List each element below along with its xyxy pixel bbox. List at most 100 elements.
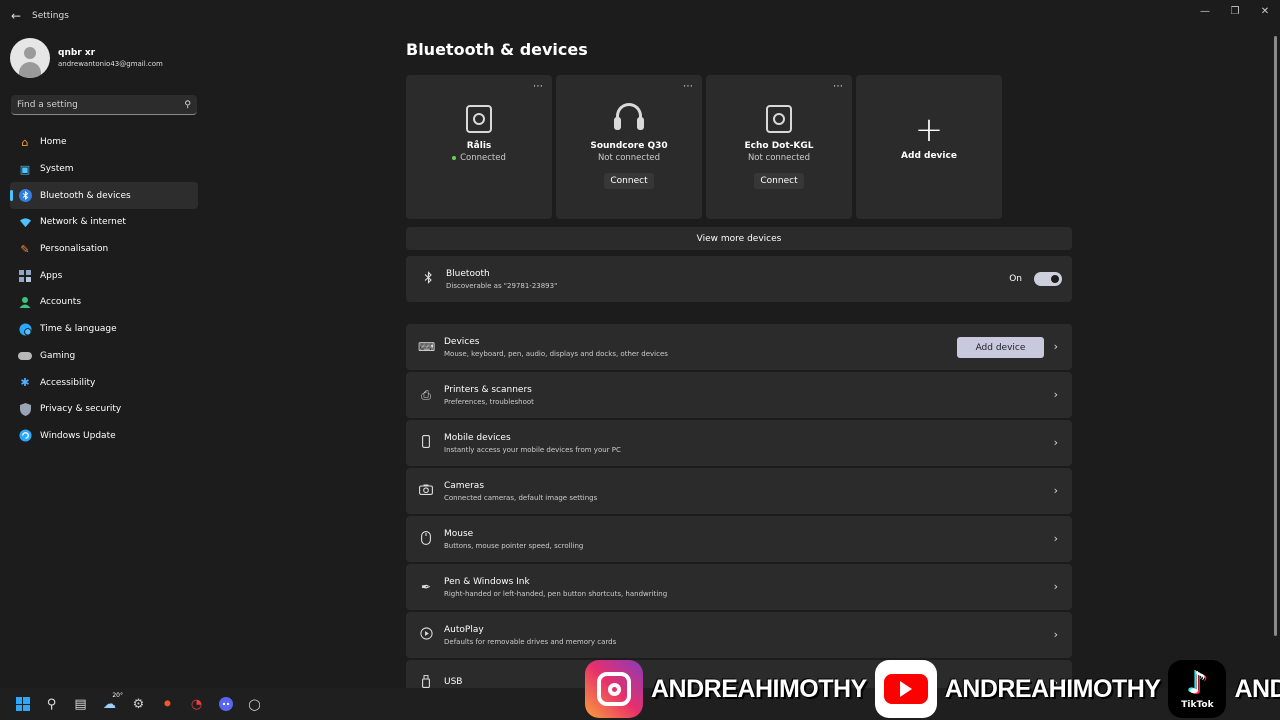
settings-row-devices[interactable]: ⌨ Devices Mouse, keyboard, pen, audio, d… [406, 324, 1072, 370]
search-icon[interactable]: ⚲ [184, 100, 191, 110]
connected-dot-icon [452, 155, 457, 160]
sidebar-item-network[interactable]: Network & internet [10, 209, 198, 236]
more-options-icon[interactable]: ⋯ [833, 81, 844, 92]
device-card-soundcore[interactable]: ⋯ Soundcore Q30 Not connected Connect [556, 75, 702, 219]
device-name: Soundcore Q30 [590, 141, 668, 151]
row-subtitle: Discoverable as "29781-23893" [446, 281, 558, 290]
view-more-devices-button[interactable]: View more devices [406, 227, 1072, 250]
search-icon[interactable]: ⚲ [37, 688, 66, 720]
chevron-right-icon[interactable]: › [1054, 388, 1058, 401]
app-icon[interactable]: ◔ [182, 688, 211, 720]
window-title: Settings [32, 11, 69, 21]
system-icon: ▣ [19, 162, 31, 176]
phone-icon [418, 435, 434, 451]
globe-clock-icon [18, 322, 32, 336]
plus-icon: + [914, 110, 944, 150]
row-title: Mobile devices [444, 432, 511, 443]
start-icon[interactable] [8, 688, 37, 720]
weather-temp: 20° [112, 692, 123, 699]
row-subtitle: Connected cameras, default image setting… [444, 493, 598, 502]
settings-row-printers[interactable]: ⎙ Printers & scanners Preferences, troub… [406, 372, 1072, 418]
add-device-button[interactable]: Add device [957, 337, 1044, 358]
discord-icon[interactable] [211, 688, 240, 720]
row-title: Bluetooth [446, 268, 490, 279]
avatar [10, 38, 50, 78]
row-title: USB [444, 676, 463, 687]
device-name: Echo Dot-KGL [744, 141, 814, 151]
apps-icon [18, 269, 32, 283]
sidebar-item-bluetooth[interactable]: Bluetooth & devices [10, 182, 198, 210]
connect-button[interactable]: Connect [754, 173, 804, 189]
app2-icon[interactable]: ◯ [240, 688, 269, 720]
sidebar-item-personalisation[interactable]: ✎ Personalisation [10, 236, 198, 263]
sidebar-item-label: Accessibility [40, 377, 96, 388]
row-subtitle: Right-handed or left-handed, pen button … [444, 589, 668, 598]
chevron-right-icon[interactable]: › [1054, 532, 1058, 545]
settings-row-autoplay[interactable]: AutoPlay Defaults for removable drives a… [406, 612, 1072, 658]
row-subtitle: Defaults for removable drives and memory… [444, 637, 617, 646]
sidebar-item-system[interactable]: ▣ System [10, 156, 198, 183]
sidebar-item-label: System [40, 164, 74, 175]
sidebar-item-accessibility[interactable]: ✱ Accessibility [10, 369, 198, 396]
settings-row-mouse[interactable]: Mouse Buttons, mouse pointer speed, scro… [406, 516, 1072, 562]
maximize-icon[interactable]: ❐ [1220, 0, 1250, 22]
settings-list: ⌨ Devices Mouse, keyboard, pen, audio, d… [406, 324, 1072, 688]
sidebar-item-label: Accounts [40, 297, 82, 308]
chevron-right-icon[interactable]: › [1054, 436, 1058, 449]
sidebar-item-label: Windows Update [40, 430, 116, 441]
devices-icon: ⌨ [418, 340, 436, 354]
sidebar-item-accounts[interactable]: Accounts [10, 289, 198, 316]
row-title: Devices [444, 336, 480, 347]
pen-icon: ✒ [420, 580, 432, 594]
instagram-icon [585, 660, 643, 718]
autoplay-icon [418, 627, 434, 643]
scrollbar[interactable] [1274, 36, 1277, 636]
device-card-ralis[interactable]: ⋯ Rålis Connected [406, 75, 552, 219]
row-subtitle: Preferences, troubleshoot [444, 397, 534, 406]
sidebar-item-privacy[interactable]: Privacy & security [10, 396, 198, 423]
search-input[interactable] [17, 99, 185, 110]
brave-icon[interactable]: ⚫ [153, 688, 182, 720]
window-controls: — ❐ ✕ [1190, 0, 1280, 22]
file-explorer-icon[interactable]: ▤ [66, 688, 95, 720]
close-icon[interactable]: ✕ [1250, 0, 1280, 22]
bluetooth-toggle[interactable] [1034, 272, 1062, 286]
gamepad-icon [18, 349, 32, 363]
add-device-card[interactable]: + Add device [856, 75, 1002, 219]
weather-icon[interactable]: ☁ 20° [95, 688, 124, 720]
chevron-right-icon[interactable]: › [1054, 484, 1058, 497]
user-profile[interactable]: qnbr xr andrewantonio43@gmail.com [10, 38, 163, 78]
back-arrow-icon[interactable]: ← [0, 0, 32, 32]
row-title: Mouse [444, 528, 474, 539]
sidebar-item-windows-update[interactable]: Windows Update [10, 423, 198, 450]
search-box[interactable]: ⚲ [11, 95, 197, 115]
minimize-icon[interactable]: — [1190, 0, 1220, 22]
sidebar-item-home[interactable]: ⌂ Home [10, 129, 198, 156]
chevron-right-icon[interactable]: › [1054, 580, 1058, 593]
more-options-icon[interactable]: ⋯ [683, 81, 694, 92]
chevron-right-icon[interactable]: › [1054, 628, 1058, 641]
speaker-icon [766, 105, 792, 133]
sidebar-item-apps[interactable]: Apps [10, 262, 198, 289]
sidebar-item-time-language[interactable]: Time & language [10, 316, 198, 343]
row-title: Printers & scanners [444, 384, 532, 395]
more-options-icon[interactable]: ⋯ [533, 81, 544, 92]
sidebar-item-label: Bluetooth & devices [40, 190, 131, 201]
settings-icon[interactable]: ⚙ [124, 688, 153, 720]
sidebar-item-label: Personalisation [40, 244, 109, 255]
toggle-state-label: On [1009, 274, 1022, 284]
instagram-handle: ANDREAHIMOTHY [651, 674, 867, 703]
settings-row-pen-ink[interactable]: ✒ Pen & Windows Ink Right-handed or left… [406, 564, 1072, 610]
sidebar-item-label: Privacy & security [40, 404, 122, 415]
device-status: Connected [452, 153, 506, 163]
device-name: Rålis [466, 141, 492, 151]
brush-icon: ✎ [20, 242, 30, 256]
settings-row-mobile-devices[interactable]: Mobile devices Instantly access your mob… [406, 420, 1072, 466]
chevron-right-icon[interactable]: › [1054, 340, 1058, 353]
settings-row-cameras[interactable]: Cameras Connected cameras, default image… [406, 468, 1072, 514]
bluetooth-icon [18, 189, 32, 203]
sidebar-item-gaming[interactable]: Gaming [10, 343, 198, 370]
connect-button[interactable]: Connect [604, 173, 654, 189]
device-card-echo-dot[interactable]: ⋯ Echo Dot-KGL Not connected Connect [706, 75, 852, 219]
row-title: Cameras [444, 480, 485, 491]
